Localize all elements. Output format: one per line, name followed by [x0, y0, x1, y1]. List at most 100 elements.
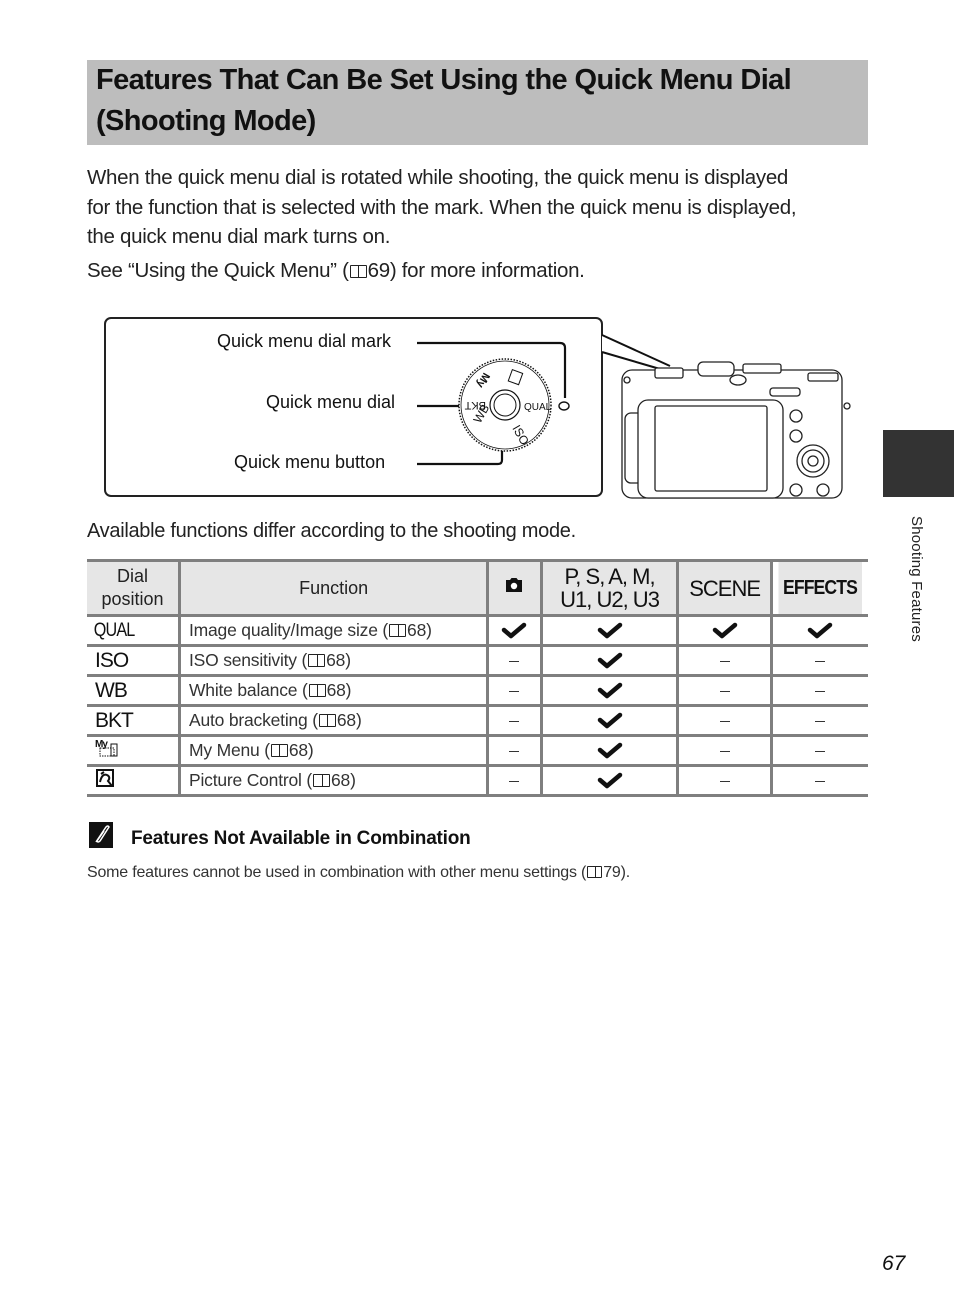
dial-label-bkt: BKT: [464, 399, 486, 411]
dial-position-cell: [87, 764, 181, 797]
availability-note: Available functions differ according to …: [87, 520, 576, 542]
dash-icon: [509, 690, 520, 692]
dial-position-cell: My: [87, 734, 181, 767]
dash-icon: [509, 660, 520, 662]
flash-hump: [697, 361, 735, 377]
book-icon: [318, 714, 336, 727]
sub-dial: [807, 372, 839, 382]
dash-icon: [509, 750, 520, 752]
page-number: 67: [882, 1252, 906, 1275]
psam-mode-cell: [539, 674, 680, 707]
book-icon: [389, 624, 407, 637]
header-function: Function: [177, 559, 490, 617]
auto-mode-cell: [486, 674, 543, 707]
auto-mode-cell: [486, 704, 543, 737]
check-icon: [597, 773, 622, 789]
check-icon: [502, 623, 527, 639]
camera-icon: [506, 578, 523, 592]
menu-button: [789, 483, 803, 497]
table-row: BKT Auto bracketing (68): [87, 704, 868, 737]
dial-position-cell: BKT: [87, 704, 181, 737]
dash-icon: [719, 690, 730, 692]
dial-position-cell: QUAL: [87, 614, 167, 647]
scene-mode-cell: [676, 614, 773, 647]
psam-mode-cell: [539, 734, 680, 767]
book-icon: [270, 744, 288, 757]
psam-mode-cell: [539, 614, 680, 647]
strap-lug-right: [843, 402, 851, 410]
page-reference-link[interactable]: 68: [327, 680, 346, 700]
check-icon: [597, 653, 622, 669]
disp-button: [729, 374, 747, 386]
auto-mode-cell: [486, 614, 543, 647]
page-reference-link[interactable]: 68: [407, 620, 426, 640]
scene-mode-cell: [676, 704, 773, 737]
header-effects-mode: EFFECTS: [775, 559, 863, 617]
dial-position-cell: ISO: [87, 644, 181, 677]
dash-icon: [719, 750, 730, 752]
effects-mode-cell: [769, 764, 868, 797]
book-icon: [313, 774, 331, 787]
function-cell: Picture Control (68): [177, 764, 490, 797]
table-row: My My Menu (68): [87, 734, 868, 767]
scene-mode-cell: [676, 734, 773, 767]
quick-menu-dial-top: [654, 367, 684, 379]
command-dial: [742, 363, 782, 374]
effects-mode-cell: [769, 734, 868, 767]
psam-mode-cell: [539, 704, 680, 737]
ok-button: [807, 455, 819, 467]
table-row: ISO ISO sensitivity (68): [87, 644, 868, 677]
scene-mode-cell: [676, 644, 773, 677]
function-cell: Image quality/Image size (68): [177, 614, 490, 647]
delete-button: [816, 483, 830, 497]
scene-mode-cell: [676, 674, 773, 707]
zoom-control: [769, 387, 801, 397]
section-tab-marker: [883, 430, 954, 497]
dash-icon: [815, 690, 826, 692]
header-dial-position: Dial position: [87, 559, 181, 617]
page-reference-link[interactable]: 68: [331, 770, 350, 790]
table-row: WB White balance (68): [87, 674, 868, 707]
effects-mode-cell: [769, 644, 868, 677]
dash-icon: [719, 660, 730, 662]
dash-icon: [509, 780, 520, 782]
dash-icon: [509, 720, 520, 722]
dash-icon: [815, 780, 826, 782]
dial-label-qual: QUAL: [524, 402, 552, 413]
table-header-row: Dial position Function P, S, A, M, U1, U2,…: [87, 559, 868, 617]
check-icon: [597, 683, 622, 699]
page-reference-link[interactable]: 68: [326, 650, 345, 670]
picture-control-icon: [96, 768, 114, 787]
page-reference-link[interactable]: 79: [603, 864, 621, 881]
note-body: Some features cannot be used in combinat…: [87, 864, 630, 881]
function-cell: ISO sensitivity (68): [177, 644, 490, 677]
psam-mode-cell: [539, 644, 680, 677]
camera-back-illustration: [621, 361, 851, 499]
page-reference-link[interactable]: 68: [337, 710, 356, 730]
header-scene-mode: SCENE: [676, 559, 773, 617]
dash-icon: [815, 750, 826, 752]
my-menu-icon: My: [95, 739, 118, 756]
book-icon: [308, 654, 326, 667]
button-af: [789, 409, 803, 423]
strap-lug-left: [623, 376, 631, 384]
psam-mode-cell: [539, 764, 680, 797]
dial-mark-indicator: [558, 401, 570, 411]
effects-mode-cell: [769, 704, 868, 737]
lcd-screen: [654, 405, 768, 492]
book-icon: [587, 866, 603, 878]
auto-mode-cell: [486, 734, 543, 767]
note-title: Features Not Available in Combination: [131, 828, 471, 849]
header-psam-modes: P, S, A, M, U1, U2, U3: [539, 559, 680, 617]
dash-icon: [815, 720, 826, 722]
check-icon: [597, 713, 622, 729]
dash-icon: [719, 780, 730, 782]
pencil-note-icon: [89, 822, 113, 848]
section-label: Shooting Features: [908, 516, 925, 642]
check-icon: [712, 623, 737, 639]
function-cell: Auto bracketing (68): [177, 704, 490, 737]
header-auto-mode: [486, 559, 543, 617]
effects-mode-cell: [769, 674, 868, 707]
page-reference-link[interactable]: 68: [289, 740, 308, 760]
function-cell: My Menu (68): [177, 734, 490, 767]
